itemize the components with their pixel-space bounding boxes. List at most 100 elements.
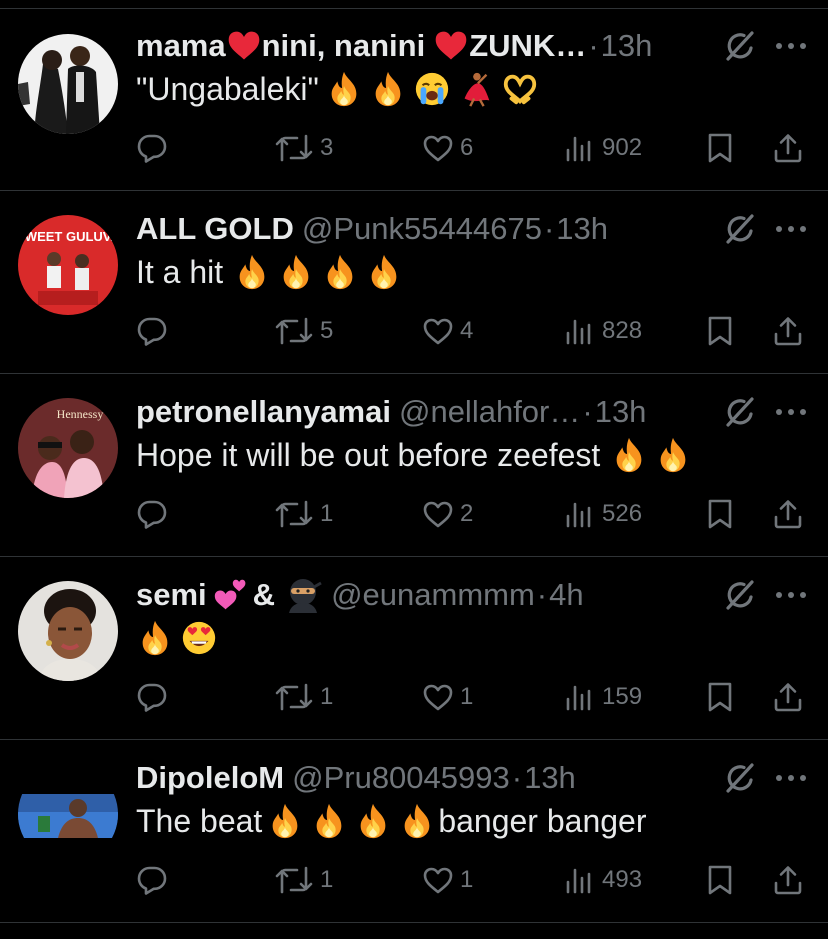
retweet-button[interactable]: 1 [274, 492, 333, 536]
avatar[interactable]: Hennessy [18, 398, 118, 498]
like-button[interactable]: 2 [422, 492, 473, 536]
grok-icon[interactable] [724, 762, 756, 794]
bookmark-icon [704, 132, 736, 164]
tweet-2[interactable]: SWEET GULUVA ALL GOLD @Punk55444675 · 13… [0, 191, 828, 374]
timestamp[interactable]: 13h [595, 394, 647, 430]
display-name[interactable]: semi [136, 577, 207, 613]
retweet-button[interactable]: 3 [274, 126, 333, 170]
red-heart-emoji [433, 28, 469, 64]
heart-hands-emoji [501, 70, 539, 108]
tweet-5[interactable]: DipoleloM @Pru80045993 · 13h The beat ba… [0, 740, 828, 923]
fire-emoji [354, 802, 392, 840]
more-icon[interactable] [772, 579, 810, 611]
grok-icon[interactable] [724, 579, 756, 611]
timestamp[interactable]: 4h [549, 577, 583, 613]
bookmark-button[interactable] [704, 858, 742, 902]
reply-icon [136, 864, 168, 896]
more-icon[interactable] [772, 396, 810, 428]
user-handle[interactable]: @eunammmm [331, 577, 535, 613]
avatar[interactable]: SWEET GULUVA [18, 215, 118, 315]
tweet-text-content: It a hit [136, 253, 224, 290]
bookmark-button[interactable] [704, 309, 742, 353]
ninja-emoji [283, 575, 323, 615]
views-button[interactable]: 159 [564, 675, 642, 719]
avatar[interactable] [18, 34, 118, 134]
share-icon [772, 132, 804, 164]
display-name[interactable]: mama [136, 28, 226, 64]
tweet-4[interactable]: semi & @eunammmm · 4h 1 1 159 [0, 557, 828, 740]
grok-icon[interactable] [724, 30, 756, 62]
display-name-part[interactable]: nini, nanini [262, 28, 426, 64]
retweet-icon [274, 132, 314, 164]
separator-dot: · [543, 211, 555, 246]
views-icon [564, 864, 596, 896]
views-button[interactable]: 828 [564, 309, 642, 353]
retweet-count: 3 [320, 134, 334, 161]
more-icon[interactable] [772, 30, 810, 62]
views-button[interactable]: 526 [564, 492, 642, 536]
avatar-text: SWEET GULUVA [18, 229, 118, 244]
avatar[interactable] [18, 581, 118, 681]
bookmark-button[interactable] [704, 126, 742, 170]
tweet-text: The beat banger banger [136, 802, 646, 840]
user-handle[interactable]: @Punk55444675 [302, 211, 542, 247]
display-name[interactable]: petronellanyamai [136, 394, 391, 430]
retweet-button[interactable]: 5 [274, 309, 333, 353]
share-button[interactable] [772, 492, 810, 536]
views-button[interactable]: 493 [564, 858, 642, 902]
share-icon [772, 681, 804, 713]
heart-icon [422, 864, 454, 896]
display-name-part[interactable]: & [253, 577, 275, 613]
more-icon[interactable] [772, 213, 810, 245]
display-name-part[interactable]: ZUNK… [469, 28, 586, 64]
bookmark-button[interactable] [704, 675, 742, 719]
avatar-text: Hennessy [57, 407, 104, 421]
retweet-count: 1 [320, 683, 334, 710]
reply-button[interactable] [136, 126, 174, 170]
timestamp[interactable]: 13h [524, 760, 576, 796]
grok-icon[interactable] [724, 396, 756, 428]
reply-button[interactable] [136, 675, 174, 719]
tweet-text-content: banger banger [438, 802, 647, 839]
action-bar: 3 6 902 [136, 126, 816, 170]
more-icon[interactable] [772, 762, 810, 794]
like-button[interactable]: 4 [422, 309, 473, 353]
timestamp[interactable]: 13h [556, 211, 608, 247]
avatar[interactable] [18, 764, 118, 864]
user-handle[interactable]: @Pru80045993 [292, 760, 510, 796]
retweet-button[interactable]: 1 [274, 858, 333, 902]
reply-icon [136, 681, 168, 713]
retweet-button[interactable]: 1 [274, 675, 333, 719]
like-button[interactable]: 6 [422, 126, 473, 170]
tweet-1[interactable]: mama nini, nanini ZUNK… · 13h "Ungabalek… [0, 8, 828, 191]
grok-icon[interactable] [724, 213, 756, 245]
reply-button[interactable] [136, 492, 174, 536]
display-name[interactable]: DipoleloM [136, 760, 284, 796]
reply-button[interactable] [136, 309, 174, 353]
fire-emoji [266, 802, 304, 840]
reply-button[interactable] [136, 858, 174, 902]
separator-dot: · [582, 394, 593, 429]
share-icon [772, 864, 804, 896]
timestamp[interactable]: 13h [601, 28, 653, 64]
red-heart-emoji [226, 28, 262, 64]
fire-emoji [365, 253, 403, 291]
display-name[interactable]: ALL GOLD [136, 211, 294, 247]
like-button[interactable]: 1 [422, 675, 473, 719]
share-button[interactable] [772, 309, 810, 353]
share-icon [772, 315, 804, 347]
like-count: 1 [460, 866, 474, 893]
views-button[interactable]: 902 [564, 126, 642, 170]
tweet-text-content: "Ungabaleki" [136, 70, 319, 107]
separator-dot: · [511, 760, 523, 795]
bookmark-button[interactable] [704, 492, 742, 536]
reply-icon [136, 315, 168, 347]
share-button[interactable] [772, 675, 810, 719]
share-button[interactable] [772, 858, 810, 902]
fire-emoji [321, 253, 359, 291]
share-button[interactable] [772, 126, 810, 170]
tweet-text-content: Hope it will be out before zeefest [136, 436, 601, 473]
like-button[interactable]: 1 [422, 858, 473, 902]
user-handle[interactable]: @nellahfor… [399, 394, 580, 430]
tweet-3[interactable]: Hennessy petronellanyamai @nellahfor… · … [0, 374, 828, 557]
